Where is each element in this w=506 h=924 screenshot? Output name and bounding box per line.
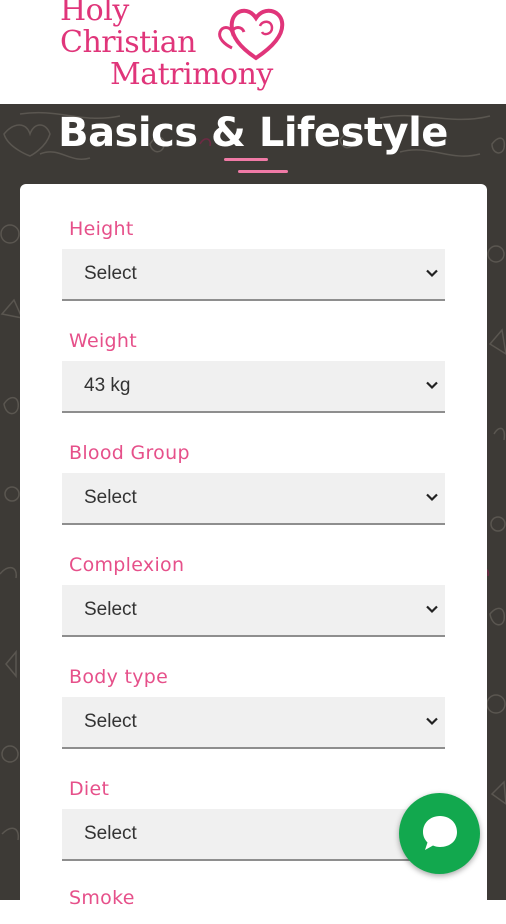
app-header: Holy Christian Matrimony bbox=[0, 0, 506, 104]
blood-group-select-value: Select bbox=[84, 487, 137, 508]
diet-select-value: Select bbox=[84, 823, 137, 844]
body-type-select[interactable]: Select bbox=[62, 697, 445, 749]
blood-group-select[interactable]: Select bbox=[62, 473, 445, 525]
blood-group-label: Blood Group bbox=[69, 442, 190, 464]
logo-text-line3: Matrimony bbox=[110, 57, 273, 92]
weight-select-value: 43 kg bbox=[84, 375, 131, 396]
chevron-down-icon bbox=[426, 381, 438, 390]
height-select-value: Select bbox=[84, 263, 137, 284]
chevron-down-icon bbox=[426, 605, 438, 614]
logo-text-line2: Christian bbox=[60, 25, 196, 60]
chevron-down-icon bbox=[426, 493, 438, 502]
diet-select[interactable]: Select bbox=[62, 809, 445, 861]
chat-button[interactable] bbox=[399, 793, 480, 874]
height-label: Height bbox=[69, 218, 134, 240]
title-underline-accent bbox=[238, 170, 288, 173]
weight-select[interactable]: 43 kg bbox=[62, 361, 445, 413]
body-type-select-value: Select bbox=[84, 711, 137, 732]
body-type-label: Body type bbox=[69, 666, 169, 688]
title-underline bbox=[224, 158, 268, 161]
chevron-down-icon bbox=[426, 269, 438, 278]
weight-label: Weight bbox=[69, 330, 137, 352]
chevron-down-icon bbox=[426, 717, 438, 726]
logo[interactable]: Holy Christian Matrimony bbox=[58, 0, 308, 100]
logo-text-line1: Holy bbox=[60, 0, 129, 28]
complexion-select-value: Select bbox=[84, 599, 137, 620]
hearts-icon bbox=[218, 8, 285, 61]
chat-bubble-icon bbox=[423, 816, 457, 850]
diet-label: Diet bbox=[69, 778, 110, 800]
smoke-label: Smoke bbox=[69, 887, 135, 909]
complexion-label: Complexion bbox=[69, 554, 185, 576]
complexion-select[interactable]: Select bbox=[62, 585, 445, 637]
page-title: Basics & Lifestyle bbox=[58, 110, 448, 156]
height-select[interactable]: Select bbox=[62, 249, 445, 301]
